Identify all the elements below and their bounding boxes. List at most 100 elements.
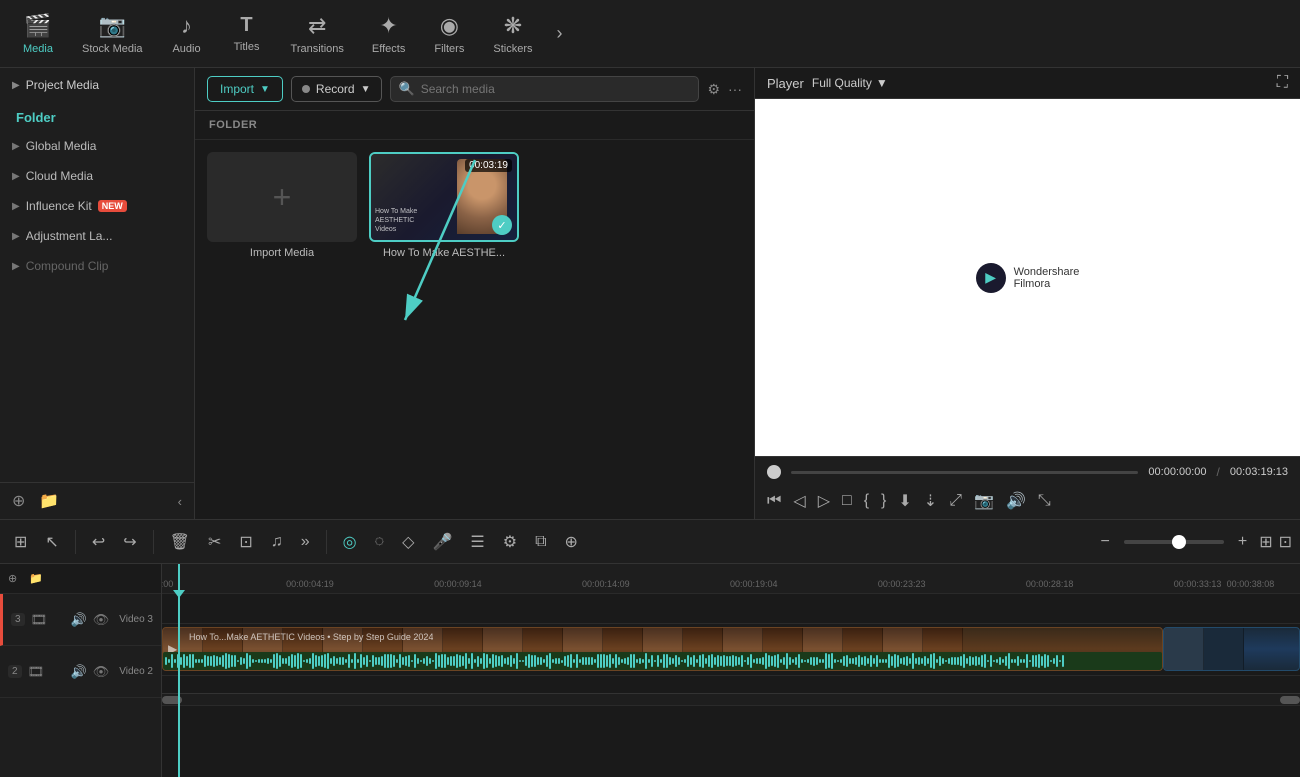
video3-clip-main[interactable]: ▶ How To...Make AETHETIC Videos • Step b… [162,627,1163,671]
playhead[interactable] [178,564,180,777]
cut-button[interactable]: ✂ [202,528,227,556]
current-time: 00:00:00:00 [1148,466,1206,478]
progress-track[interactable] [791,471,1138,474]
toolbar-item-titles[interactable]: T Titles [217,8,277,59]
zoom-thumb[interactable] [1172,535,1186,549]
video2-eye-icon[interactable]: 👁 [93,664,110,680]
wave-bar [261,659,263,664]
mark-out-button[interactable]: } [881,492,886,510]
wave-bar [948,658,950,664]
video3-clip-end[interactable] [1163,627,1300,671]
ripple-button[interactable]: ⇣ [924,491,937,511]
wave-bar [309,658,311,665]
search-input[interactable] [421,82,691,96]
layout-options-button[interactable]: ⊡ [1279,532,1292,552]
toolbar-item-stock-media[interactable]: 📷 Stock Media [68,7,157,61]
add-track-icon[interactable]: ⊕ [12,491,25,511]
quality-select[interactable]: Full Quality ▼ [812,76,888,90]
grid-view-button[interactable]: ⊞ [1259,532,1272,552]
collapse-sidebar-icon[interactable]: ‹ [178,494,182,509]
import-media-card[interactable]: + Import Media [207,152,357,259]
delete-button[interactable]: 🗑 [164,528,196,556]
wave-bar [225,653,227,669]
progress-dot[interactable] [767,465,781,479]
toolbar-item-audio[interactable]: ♪ Audio [157,7,217,61]
zoom-track[interactable] [1124,540,1224,544]
wave-bar [561,660,563,663]
video3-volume-icon[interactable]: 🔊 [71,612,87,628]
more-options-icon[interactable]: ··· [728,81,742,97]
sidebar-project-media[interactable]: ▶ Project Media [0,68,194,102]
toolbar-item-filters[interactable]: ◉ Filters [419,7,479,61]
skip-back-button[interactable]: ⏮ [767,492,781,510]
toolbar-item-transitions[interactable]: ⇄ Transitions [277,7,358,61]
wave-bar [1059,660,1061,662]
add-track-button[interactable]: ⊕ [8,572,17,585]
wave-bar [363,657,365,665]
zoom-in-button[interactable]: + [1232,529,1253,555]
wave-bar [735,656,737,666]
video3-eye-icon[interactable]: 👁 [93,612,110,628]
media-replace-button[interactable]: ⊕ [559,528,584,556]
filter-icon[interactable]: ⚙ [707,81,720,98]
wave-bar [372,655,374,667]
ripple-edit-button[interactable]: ◌ [369,529,391,555]
audio-detach-button[interactable]: ♫ [265,529,289,555]
sidebar-item-compound-clip[interactable]: ▶ Compound Clip [0,251,194,281]
wave-bar [852,658,854,664]
volume-button[interactable]: 🔊 [1006,491,1026,511]
wave-bar [408,655,410,666]
add-to-timeline-button[interactable]: ⬇ [898,491,911,511]
timeline-tracks-wrapper: ⊕ 📁 3 🎞 🔊 👁 Video 3 2 🎞 🔊 👁 Video [0,564,1300,777]
toolbar-item-stickers[interactable]: ❋ Stickers [479,7,546,61]
wave-bar [315,655,317,667]
wave-bar [837,660,839,662]
snap-button[interactable]: ◎ [337,528,363,556]
video2-volume-icon[interactable]: 🔊 [71,664,87,680]
import-media-thumb[interactable]: + [207,152,357,242]
wave-bar [840,659,842,662]
undo-button[interactable]: ↩ [86,528,111,556]
snapshot-button[interactable]: 📷 [974,491,994,511]
layer-button[interactable]: ☰ [464,528,490,556]
voice-button[interactable]: 🎤 [426,528,458,556]
toolbar-item-media[interactable]: 🎬 Media [8,7,68,61]
sidebar-item-global-media[interactable]: ▶ Global Media [0,131,194,161]
folder-icon[interactable]: 📁 [39,491,59,511]
redo-button[interactable]: ↪ [117,528,142,556]
clip-indicator-button[interactable]: ◇ [396,528,420,556]
add-folder-button[interactable]: 📁 [29,572,43,585]
toolbar-more-button[interactable]: › [546,23,572,44]
wave-bar [189,654,191,669]
wave-bar [750,654,752,669]
video-media-thumb[interactable]: How To MakeAESTHETICVideos 00:03:19 ✓ [369,152,519,242]
video-media-card[interactable]: How To MakeAESTHETICVideos 00:03:19 ✓ Ho… [369,152,519,259]
frame-back-button[interactable]: ◁ [793,491,805,511]
toolbar-item-effects[interactable]: ✦ Effects [358,7,419,61]
wave-bar [1023,659,1025,663]
fullscreen-button[interactable]: ⤢ [949,492,962,510]
crop-trim-button[interactable]: ⊡ [233,528,258,556]
search-box[interactable]: 🔍 [390,76,700,102]
record-button[interactable]: Record ▼ [291,76,382,102]
sidebar-item-influence-kit[interactable]: ▶ Influence Kit NEW [0,191,194,221]
sidebar-item-adjustment-la[interactable]: ▶ Adjustment La... [0,221,194,251]
wave-bar [699,655,701,667]
wave-bar [312,653,314,668]
play-button[interactable]: ▷ [818,491,830,511]
multi-select-tool[interactable]: ⊞ [8,528,33,556]
stop-button[interactable]: □ [842,492,852,510]
sidebar-item-cloud-media[interactable]: ▶ Cloud Media [0,161,194,191]
ai-tools-button[interactable]: ⚙ [497,528,523,556]
more-tools-button[interactable]: » [295,529,316,555]
zoom-out-button[interactable]: − [1095,529,1116,555]
import-button[interactable]: Import ▼ [207,76,283,102]
wave-bar [822,659,824,662]
player-expand-icon[interactable]: ⛶ [1277,74,1288,92]
settings-button[interactable]: ⤡ [1038,492,1051,510]
scrollbar-right-thumb[interactable] [1280,696,1300,704]
mark-in-button[interactable]: { [864,492,869,510]
wave-bar [624,658,626,663]
select-tool[interactable]: ↖ [39,528,64,556]
pip-button[interactable]: ⧉ [529,529,552,555]
